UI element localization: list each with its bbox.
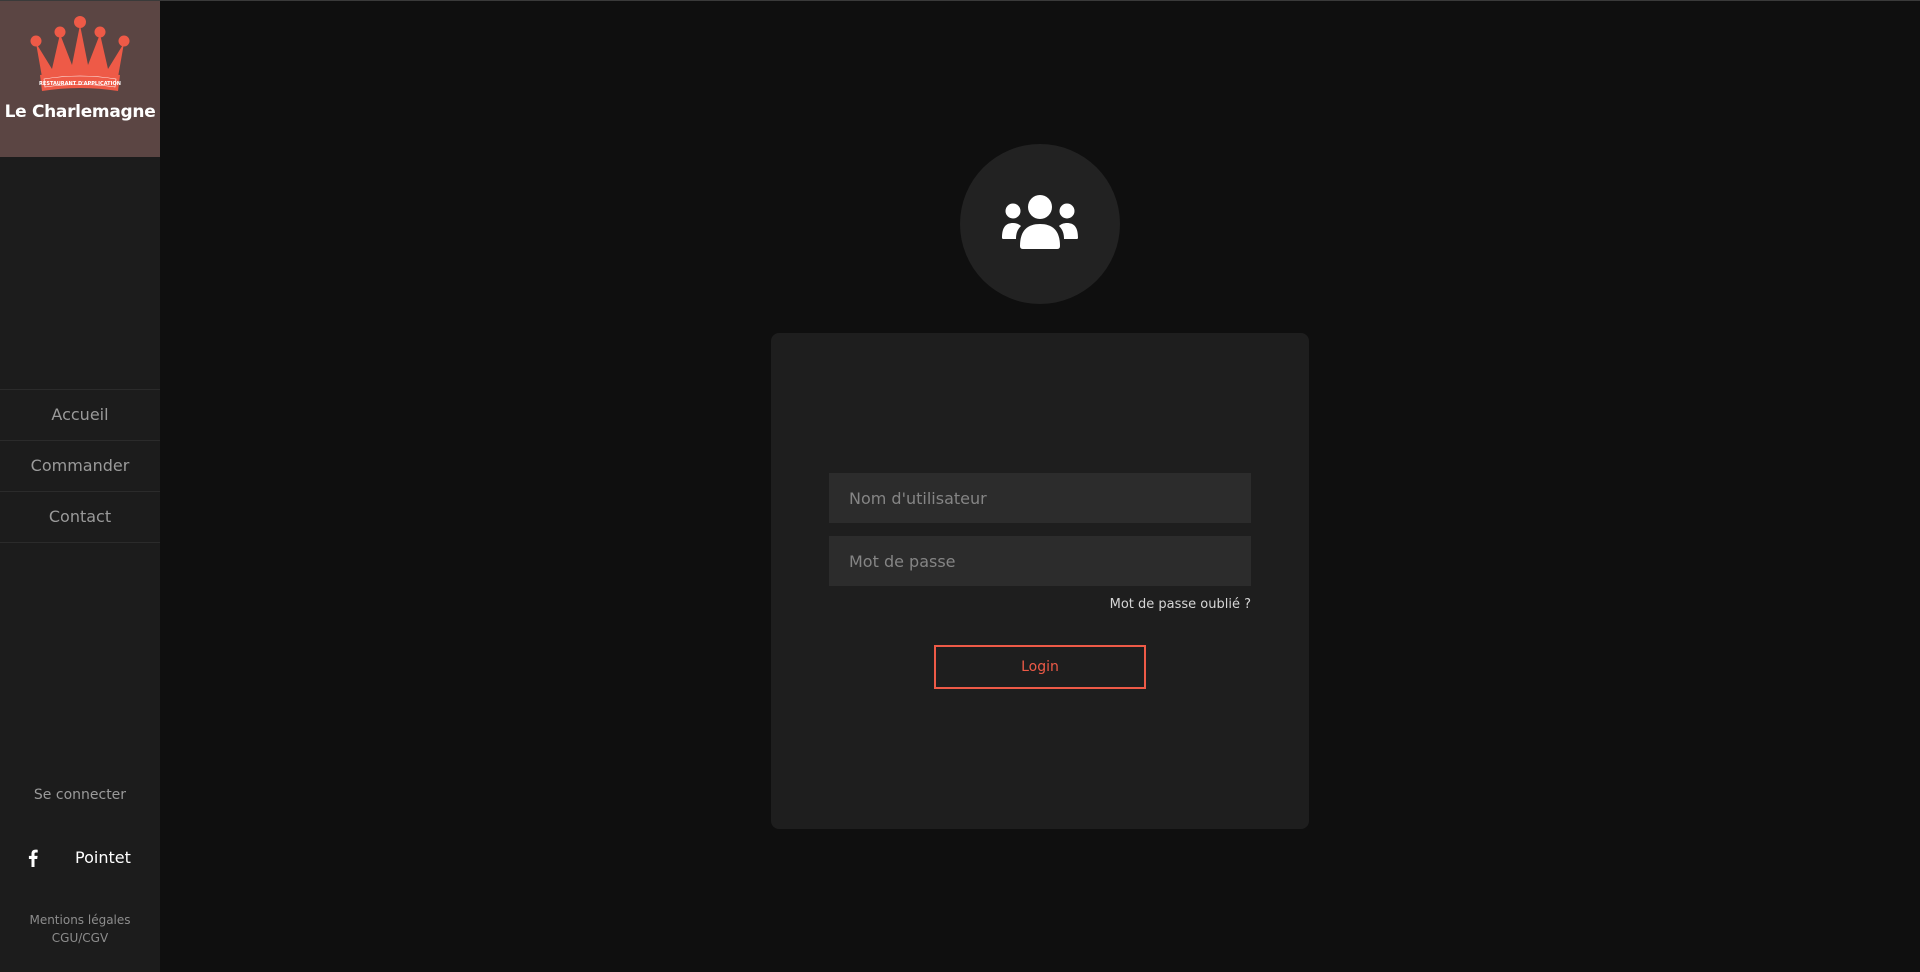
crown-logo-icon: RESTAURANT D'APPLICATION	[30, 16, 130, 91]
legal-mentions-link[interactable]: Mentions légales	[0, 911, 160, 929]
sidebar: RESTAURANT D'APPLICATION Le Charlemagne …	[0, 1, 160, 972]
forgot-password-link[interactable]: Mot de passe oublié ?	[1110, 597, 1251, 612]
logo[interactable]: RESTAURANT D'APPLICATION Le Charlemagne	[0, 1, 160, 157]
login-button[interactable]: Login	[934, 645, 1146, 689]
nav-item-contact[interactable]: Contact	[0, 492, 160, 543]
legal-cgu-link[interactable]: CGU/CGV	[0, 929, 160, 947]
avatar	[960, 144, 1120, 304]
login-card: Mot de passe oublié ? Login	[771, 333, 1309, 829]
social-link: Pointet	[0, 847, 160, 871]
login-link[interactable]: Se connecter	[0, 787, 160, 803]
users-icon	[1002, 195, 1078, 249]
brand-name: Le Charlemagne	[4, 102, 156, 122]
logo-badge-text: RESTAURANT D'APPLICATION	[39, 81, 121, 87]
nav-item-accueil[interactable]: Accueil	[0, 390, 160, 441]
password-field[interactable]	[829, 536, 1251, 586]
username-field[interactable]	[829, 473, 1251, 523]
facebook-icon[interactable]	[27, 849, 39, 867]
nav-item-commander[interactable]: Commander	[0, 441, 160, 492]
social-name[interactable]: Pointet	[75, 848, 131, 867]
main-nav: Accueil Commander Contact	[0, 389, 160, 543]
legal-links: Mentions légales CGU/CGV	[0, 911, 160, 947]
page: RESTAURANT D'APPLICATION Le Charlemagne …	[0, 0, 1920, 972]
